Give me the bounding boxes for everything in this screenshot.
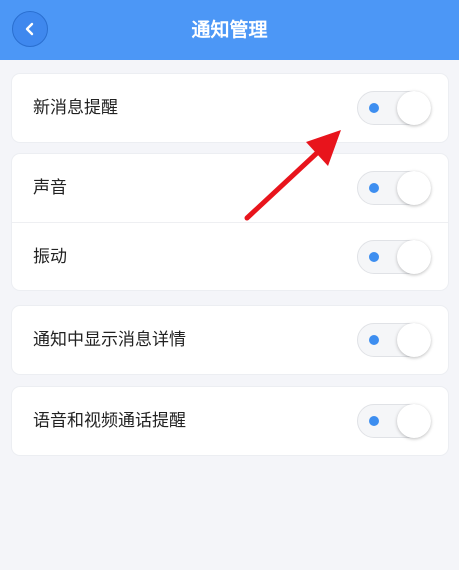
settings-card-sound-vibration: 声音 振动 [12, 154, 448, 290]
settings-card-details: 通知中显示消息详情 [12, 306, 448, 374]
chevron-left-icon [25, 22, 34, 36]
setting-label: 通知中显示消息详情 [33, 330, 186, 350]
setting-label: 新消息提醒 [33, 98, 118, 118]
show-details-toggle[interactable] [357, 323, 431, 357]
toggle-indicator-dot [369, 252, 379, 262]
setting-row-new-message-alert: 新消息提醒 [12, 74, 448, 142]
toggle-knob [397, 240, 431, 274]
settings-card-call-alert: 语音和视频通话提醒 [12, 387, 448, 455]
setting-label: 声音 [33, 178, 67, 198]
toggle-indicator-dot [369, 335, 379, 345]
new-message-alert-toggle[interactable] [357, 91, 431, 125]
toggle-knob [397, 323, 431, 357]
setting-label: 振动 [33, 247, 67, 267]
setting-row-vibration: 振动 [12, 222, 448, 290]
setting-label: 语音和视频通话提醒 [33, 411, 186, 431]
toggle-knob [397, 91, 431, 125]
back-button[interactable] [12, 11, 48, 47]
sound-toggle[interactable] [357, 171, 431, 205]
toggle-indicator-dot [369, 416, 379, 426]
toggle-knob [397, 171, 431, 205]
page-title: 通知管理 [191, 19, 268, 41]
vibration-toggle[interactable] [357, 240, 431, 274]
setting-row-call-alert: 语音和视频通话提醒 [12, 387, 448, 455]
toggle-indicator-dot [369, 183, 379, 193]
top-app-bar: 通知管理 [0, 0, 459, 60]
toggle-knob [397, 404, 431, 438]
setting-row-sound: 声音 [12, 154, 448, 222]
setting-row-show-details: 通知中显示消息详情 [12, 306, 448, 374]
toggle-indicator-dot [369, 103, 379, 113]
call-alert-toggle[interactable] [357, 404, 431, 438]
settings-card-new-message: 新消息提醒 [12, 74, 448, 142]
